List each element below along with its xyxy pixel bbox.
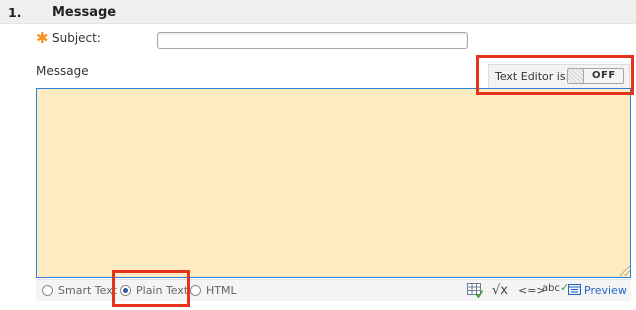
math-formula-icon[interactable]: √x <box>492 283 512 299</box>
format-option-smart-text[interactable]: Smart Text <box>42 284 117 299</box>
asterisk-icon: ✱ <box>36 29 49 47</box>
radio-html[interactable] <box>190 285 201 296</box>
format-option-label: HTML <box>206 284 237 297</box>
subject-label: Subject: <box>52 31 101 45</box>
toggle-state: OFF <box>592 70 616 81</box>
insert-table-icon[interactable] <box>467 283 484 299</box>
section-header: 1. Message <box>0 0 636 24</box>
text-editor-toggle[interactable]: OFF <box>567 68 624 84</box>
section-number: 1. <box>8 5 22 20</box>
message-textarea[interactable] <box>36 88 631 278</box>
message-toolbar: Smart Text Plain Text HTML √x <=> abc✓ P… <box>36 279 631 301</box>
toggle-knob <box>568 69 584 83</box>
format-option-label: Plain Text <box>136 284 189 297</box>
resize-handle[interactable] <box>620 266 630 276</box>
preview-link[interactable]: Preview <box>584 284 627 297</box>
text-editor-toggle-panel: Text Editor is: OFF <box>488 64 630 89</box>
subject-input[interactable] <box>157 32 468 49</box>
section-title: Message <box>52 5 117 20</box>
message-label: Message <box>36 64 89 78</box>
radio-smart-text[interactable] <box>42 285 53 296</box>
code-icon[interactable]: <=> <box>518 283 546 299</box>
text-editor-label: Text Editor is: <box>495 70 570 83</box>
spellcheck-icon[interactable]: abc✓ <box>542 280 569 296</box>
format-option-html[interactable]: HTML <box>190 284 250 299</box>
radio-plain-text[interactable] <box>120 285 131 296</box>
format-option-plain-text[interactable]: Plain Text <box>120 284 190 299</box>
format-option-label: Smart Text <box>58 284 117 297</box>
